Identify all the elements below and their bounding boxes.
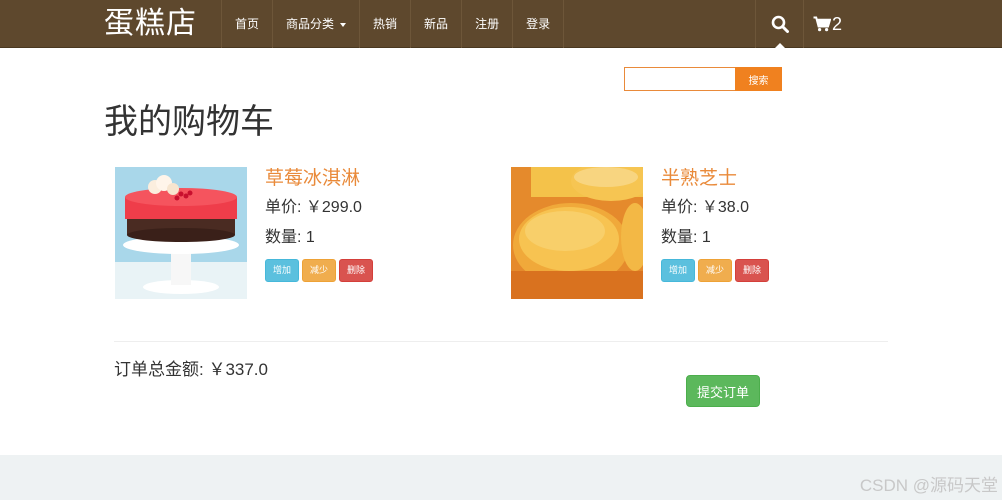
nav-item-label: 新品 xyxy=(424,17,449,31)
cart-icon xyxy=(813,16,831,32)
search-input[interactable] xyxy=(624,67,735,91)
cake-image xyxy=(115,167,247,299)
product-info: 半熟芝士 单价: ￥38.0 数量: 1 增加 减少 删除 xyxy=(661,167,861,282)
top-navbar: 蛋糕店 首页 商品分类 热销 新品 注册 登录 2 xyxy=(0,0,1002,49)
watermark: CSDN @源码天堂 xyxy=(859,476,998,495)
nav-item-login[interactable]: 登录 xyxy=(512,0,565,48)
product-price: 单价: ￥299.0 xyxy=(265,199,362,216)
search-button[interactable]: 搜索 xyxy=(735,67,782,91)
search-toggle[interactable] xyxy=(755,0,803,49)
nav-item-home[interactable]: 首页 xyxy=(221,0,272,48)
nav-item-label: 登录 xyxy=(526,17,551,31)
nav-item-label: 首页 xyxy=(235,17,260,31)
product-name[interactable]: 草莓冰淇淋 xyxy=(265,167,465,191)
product-info: 草莓冰淇淋 单价: ￥299.0 数量: 1 增加 减少 删除 xyxy=(265,167,465,282)
product-name[interactable]: 半熟芝士 xyxy=(661,167,861,191)
divider xyxy=(114,341,888,342)
cheesecake-image xyxy=(511,167,643,299)
order-total: 订单总金额: ￥337.0 xyxy=(114,360,268,379)
submit-order-button[interactable]: 提交订单 xyxy=(686,375,760,407)
cart-count: 2 xyxy=(831,13,842,34)
product-price: 单价: ￥38.0 xyxy=(661,199,750,216)
nav-item-categories[interactable]: 商品分类 xyxy=(272,0,359,48)
item-actions: 增加 减少 删除 xyxy=(661,259,861,282)
delete-button[interactable]: 删除 xyxy=(339,259,374,282)
cart-link[interactable]: 2 xyxy=(803,0,851,48)
nav-item-label: 热销 xyxy=(373,17,398,31)
nav-right: 2 xyxy=(755,0,851,49)
product-quantity: 数量: 1 xyxy=(265,229,315,246)
nav-item-hot[interactable]: 热销 xyxy=(359,0,410,48)
decrease-button[interactable]: 减少 xyxy=(302,259,337,282)
caret-down-icon xyxy=(340,22,347,27)
increase-button[interactable]: 增加 xyxy=(661,259,696,282)
nav-item-label: 商品分类 xyxy=(286,17,335,31)
nav-item-new[interactable]: 新品 xyxy=(410,0,461,48)
increase-button[interactable]: 增加 xyxy=(265,259,300,282)
product-quantity: 数量: 1 xyxy=(661,229,711,246)
decrease-button[interactable]: 减少 xyxy=(698,259,733,282)
delete-button[interactable]: 删除 xyxy=(735,259,770,282)
page-title: 我的购物车 xyxy=(104,103,274,141)
nav-item-register[interactable]: 注册 xyxy=(461,0,512,48)
nav-item-label: 注册 xyxy=(475,17,500,31)
brand-logo[interactable]: 蛋糕店 xyxy=(104,6,197,42)
product-image-strawberry-cake[interactable] xyxy=(115,167,247,299)
product-image-cheese-cake[interactable] xyxy=(511,167,643,299)
search-icon xyxy=(771,15,789,33)
main-nav: 首页 商品分类 热销 新品 注册 登录 xyxy=(221,0,565,48)
item-actions: 增加 减少 删除 xyxy=(265,259,465,282)
footer xyxy=(0,455,1002,500)
